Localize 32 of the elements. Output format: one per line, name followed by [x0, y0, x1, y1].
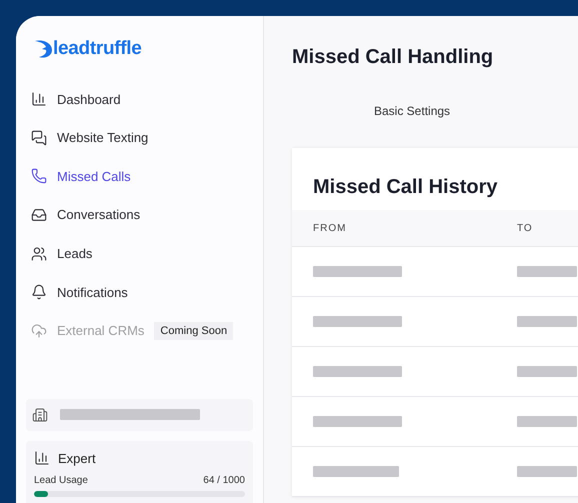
redacted-bar: [517, 366, 577, 377]
people-icon: [31, 246, 47, 262]
usage-label: Lead Usage: [34, 474, 88, 488]
nav-item[interactable]: Website Texting: [31, 128, 148, 148]
logo-text: leadtruffle: [53, 36, 142, 61]
redacted-bar: [517, 266, 577, 277]
chart-icon: [31, 91, 47, 108]
page-title: Missed Call Handling: [292, 45, 494, 70]
organization-card[interactable]: [26, 398, 253, 430]
column-header: TO: [517, 222, 533, 236]
phone-icon: [31, 168, 47, 184]
nav-item[interactable]: Missed Calls: [31, 166, 131, 186]
logo-icon: [33, 39, 53, 59]
chart-icon: [34, 450, 50, 466]
building-icon: [32, 406, 48, 422]
nav-item[interactable]: Leads: [31, 244, 92, 264]
usage-count: 64 / 1000: [203, 474, 245, 488]
redacted-bar: [517, 316, 577, 327]
coming-soon-badge: Coming Soon: [154, 322, 234, 340]
redacted-bar: [517, 466, 577, 477]
cloud-upload-icon: [31, 322, 47, 339]
bell-icon: [31, 284, 47, 300]
nav-item[interactable]: Conversations: [31, 205, 140, 225]
settings-tab[interactable]: Basic Settings: [374, 102, 450, 120]
tray-icon: [31, 207, 47, 224]
column-header: FROM: [312, 222, 348, 236]
plan-name: Expert: [58, 450, 96, 468]
nav-item[interactable]: Dashboard: [31, 90, 121, 110]
nav-item[interactable]: Notifications: [31, 282, 128, 302]
card-title: Missed Call History: [312, 175, 499, 200]
chat-bubbles-icon: [31, 130, 47, 146]
redacted-bar: [517, 416, 577, 427]
